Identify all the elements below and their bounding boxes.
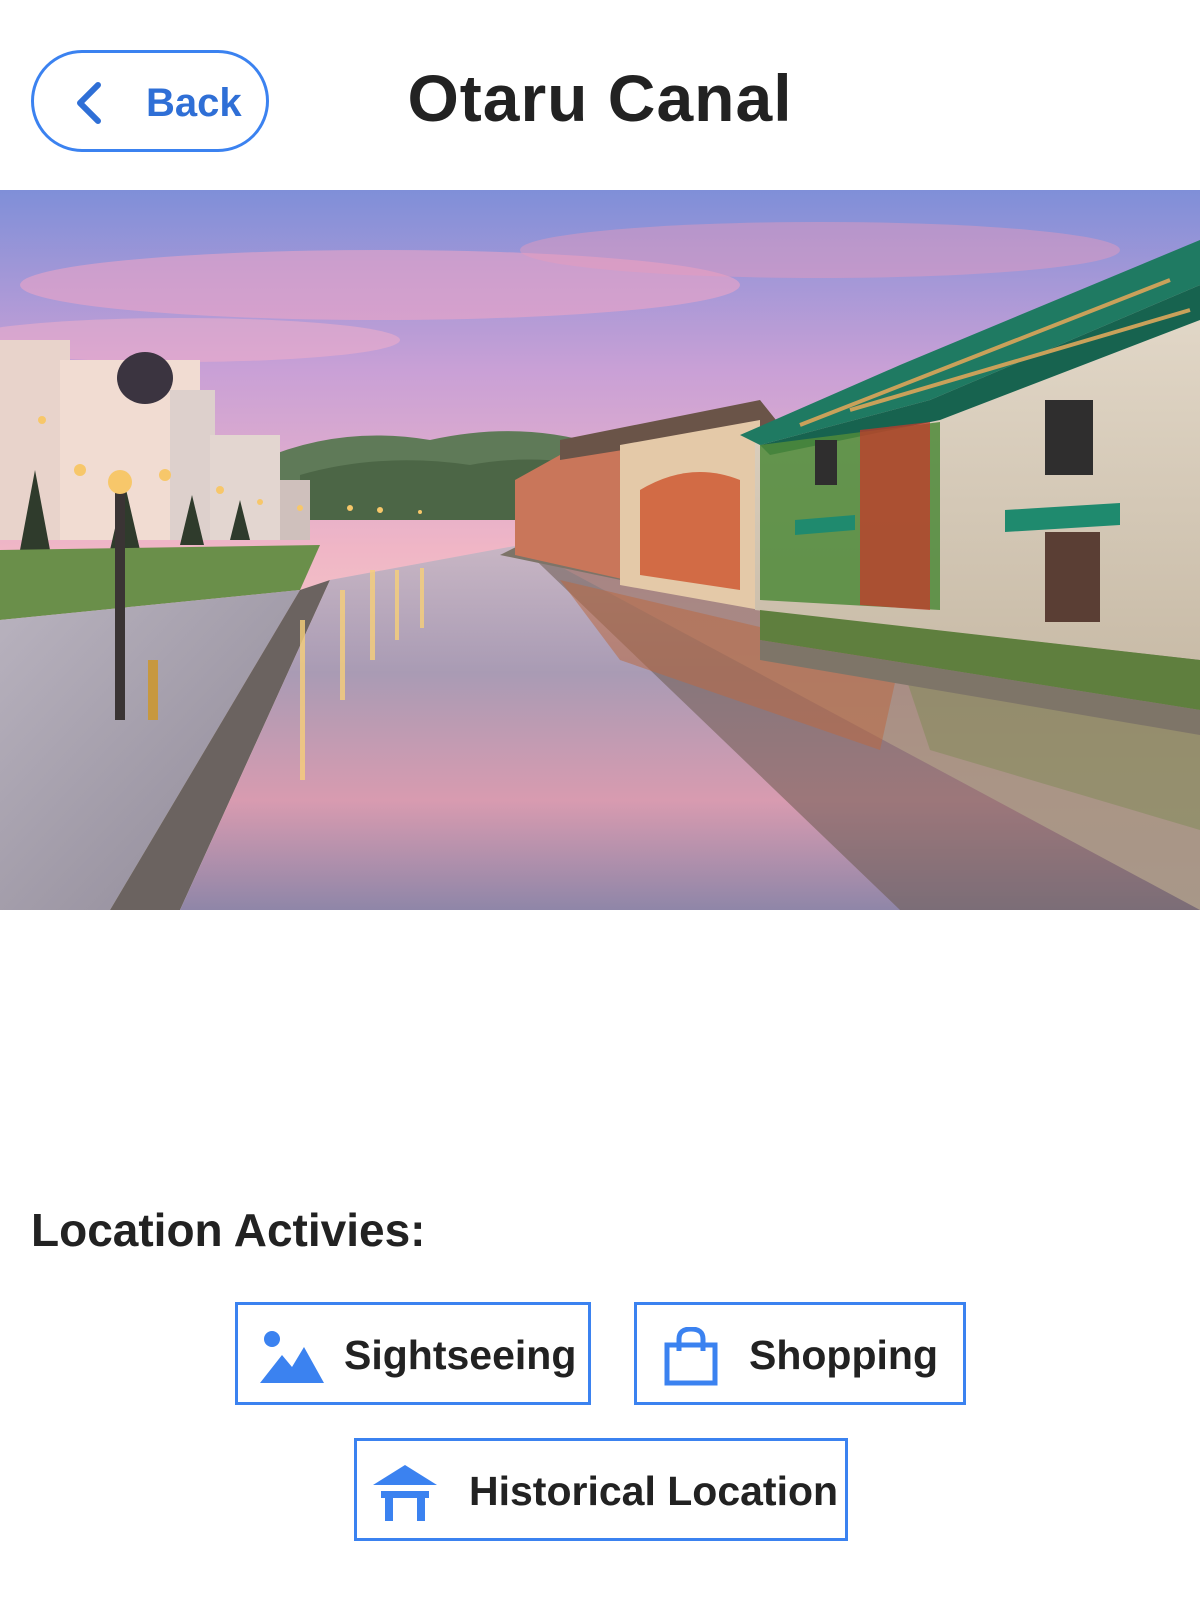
activity-label-sightseeing: Sightseeing xyxy=(344,1332,577,1378)
header-bar: Back Otaru Canal xyxy=(0,0,1200,190)
chevron-left-icon xyxy=(77,82,101,124)
temple-icon xyxy=(373,1465,437,1521)
hero-image xyxy=(0,190,1200,910)
mountain-icon xyxy=(260,1331,324,1383)
page-title: Otaru Canal xyxy=(407,61,793,135)
activity-label-historical-location: Historical Location xyxy=(469,1468,839,1514)
location-activities-heading: Location Activies: xyxy=(31,1204,426,1256)
back-button-label: Back xyxy=(146,81,242,125)
activity-chip-shopping[interactable]: Shopping xyxy=(634,1302,966,1405)
shopping-bag-icon xyxy=(664,1327,718,1386)
activity-label-shopping: Shopping xyxy=(749,1332,939,1378)
activity-chip-historical-location[interactable]: Historical Location xyxy=(354,1438,848,1541)
activity-chip-sightseeing[interactable]: Sightseeing xyxy=(235,1302,591,1405)
canal-photo xyxy=(0,190,1200,910)
back-button[interactable]: Back xyxy=(31,50,269,152)
